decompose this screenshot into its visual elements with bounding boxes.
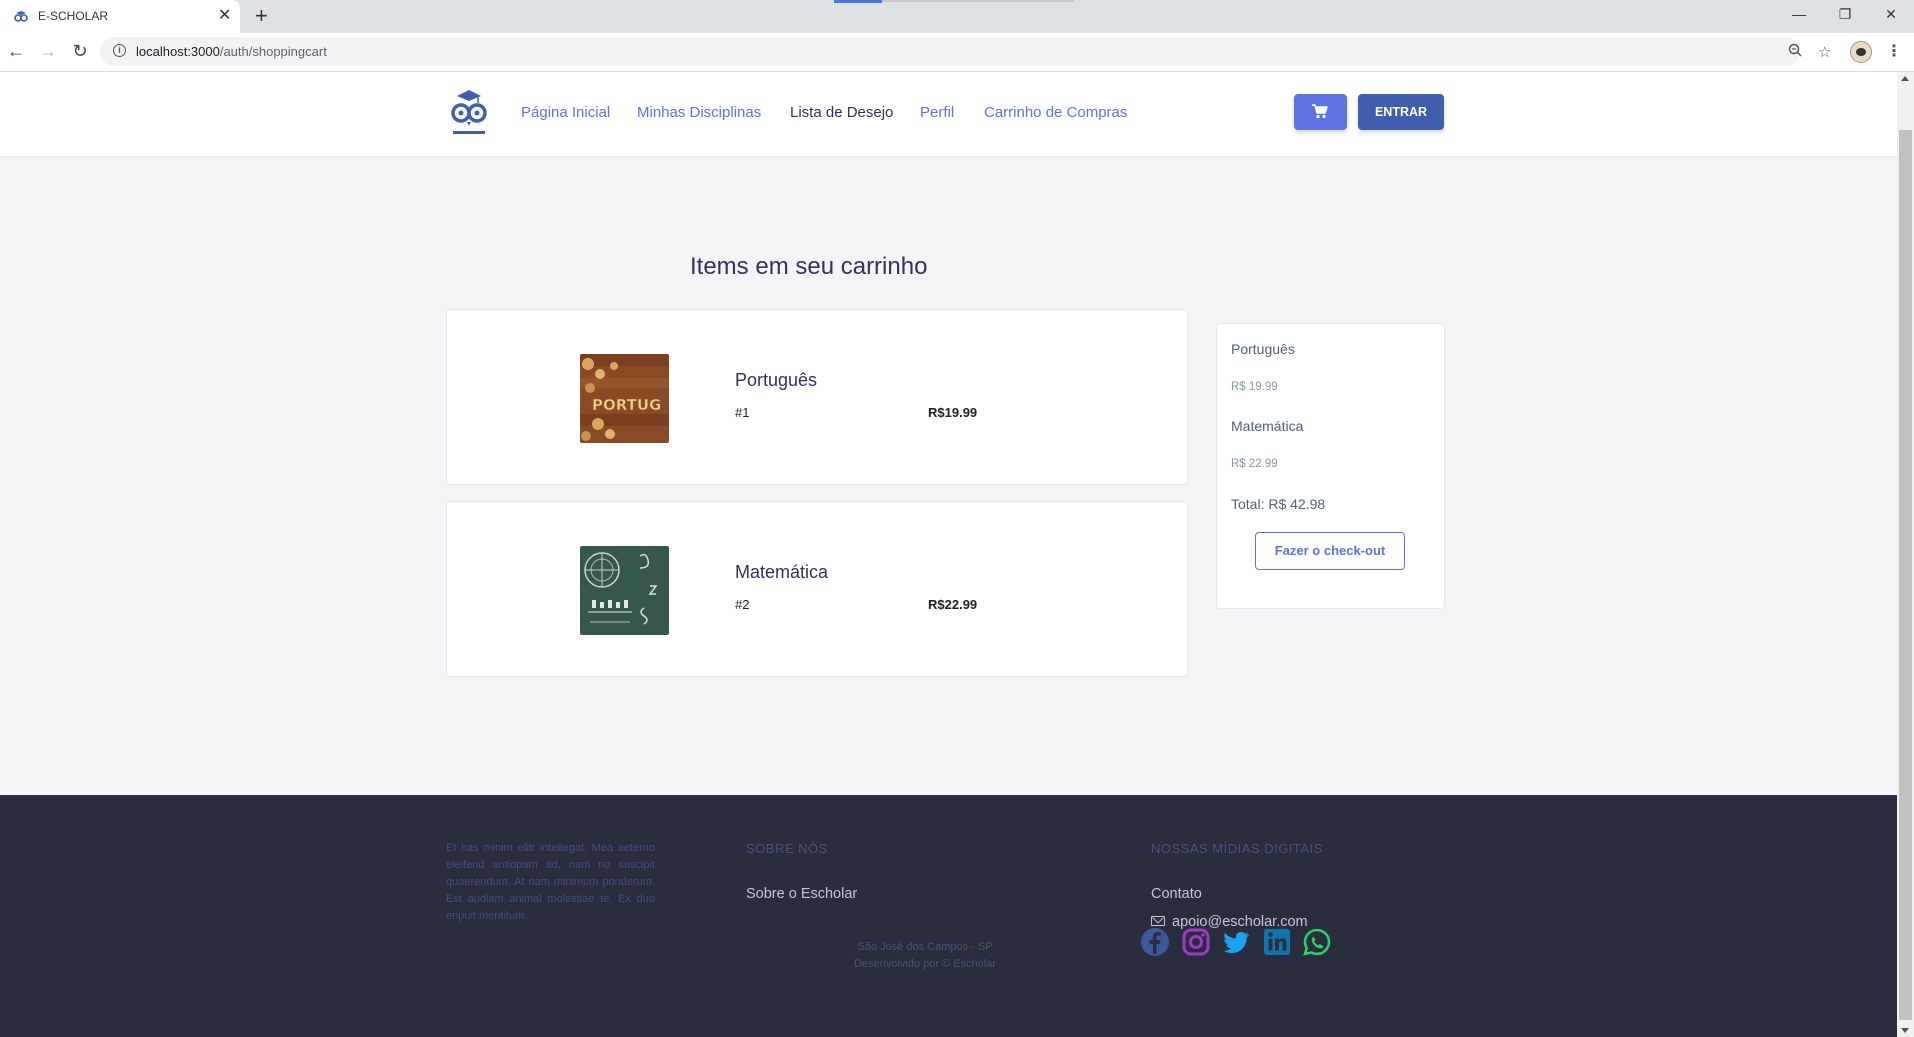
envelope-icon (1151, 916, 1165, 926)
page-viewport: Página Inicial Minhas Disciplinas Lista … (0, 72, 1897, 1037)
math-course-thumbnail (580, 546, 669, 635)
summary-item-price: R$ 19.99 (1231, 381, 1278, 393)
cart-item-price: R$19.99 (928, 405, 978, 420)
tab-loading-indicator (834, 0, 882, 3)
window-restore-button[interactable]: ❐ (1822, 6, 1868, 23)
cart-item-name[interactable]: Português (735, 370, 817, 391)
nav-home-link[interactable]: Página Inicial (521, 104, 610, 121)
cart-item-number: #2 (735, 597, 750, 612)
window-minimize-button[interactable]: — (1776, 6, 1822, 22)
bookmark-star-icon[interactable]: ☆ (1818, 43, 1831, 61)
cart-item-price: R$22.99 (928, 597, 978, 612)
cart-button[interactable] (1294, 94, 1347, 130)
summary-item-name: Matemática (1231, 418, 1304, 434)
footer-credits: Desenvolvido por © Escholar (853, 958, 996, 970)
cart-item-card: Matemática #2 R$22.99 (446, 501, 1188, 677)
nav-profile-link[interactable]: Perfil (920, 104, 954, 121)
footer-about-heading: SOBRE NÓS (746, 841, 828, 856)
tab-title: E-SCHOLAR (38, 9, 109, 23)
address-bar[interactable]: i localhost:3000/auth/shoppingcart ☆ (100, 37, 1831, 66)
browser-menu-icon[interactable]: ⋮ (1886, 41, 1902, 61)
window-close-button[interactable]: ✕ (1868, 6, 1914, 23)
footer-about-link[interactable]: Sobre o Escholar (746, 886, 857, 902)
cart-item-number: #1 (735, 405, 750, 420)
site-footer: Et has minim elitr intellegat. Mea aeter… (0, 795, 1897, 1037)
scrollbar-thumb[interactable] (1899, 130, 1912, 1020)
order-summary-card: Português R$ 19.99 Matemática R$ 22.99 T… (1216, 323, 1445, 609)
nav-shopping-cart-link[interactable]: Carrinho de Compras (984, 104, 1127, 121)
zoom-icon[interactable] (1788, 43, 1802, 61)
footer-about-text: Et has minim elitr intellegat. Mea aeter… (446, 842, 655, 922)
scroll-up-arrow-icon[interactable] (1901, 76, 1909, 81)
nav-wishlist-link[interactable]: Lista de Desejo (790, 104, 893, 121)
footer-media-heading: NOSSAS MÍDIAS DIGITAIS (1151, 841, 1323, 856)
reload-icon[interactable]: ↻ (68, 41, 92, 61)
browser-tab[interactable]: E-SCHOLAR ✕ (0, 0, 240, 33)
escholar-logo[interactable] (447, 86, 491, 138)
summary-item-price: R$ 22.99 (1231, 458, 1278, 470)
footer-location: São José dos Campos - SP (857, 941, 993, 953)
browser-tabstrip: E-SCHOLAR ✕ + — ❐ ✕ (0, 0, 1914, 33)
shopping-cart-icon (1312, 104, 1328, 119)
page-title: Items em seu carrinho (690, 253, 928, 280)
tab-close-icon[interactable]: ✕ (218, 7, 231, 25)
new-tab-button[interactable]: + (255, 5, 268, 27)
login-button[interactable]: ENTRAR (1358, 94, 1444, 130)
portuguese-course-thumbnail: PORTUG (580, 354, 669, 443)
url-text[interactable]: localhost:3000/auth/shoppingcart (136, 44, 327, 59)
owl-logo-icon (14, 11, 28, 22)
nav-my-courses-link[interactable]: Minhas Disciplinas (637, 104, 761, 121)
thumbnail-text: PORTUG (592, 396, 661, 414)
checkout-button[interactable]: Fazer o check-out (1255, 532, 1405, 570)
browser-toolbar: ← → ↻ i localhost:3000/auth/shoppingcart… (0, 33, 1914, 72)
profile-avatar[interactable] (1850, 41, 1872, 63)
site-info-icon[interactable]: i (113, 44, 126, 57)
scroll-down-arrow-icon[interactable] (1901, 1028, 1909, 1033)
summary-item-name: Português (1231, 341, 1295, 357)
summary-total: Total: R$ 42.98 (1231, 496, 1326, 512)
back-arrow-icon[interactable]: ← (4, 41, 28, 61)
footer-contact-link[interactable]: Contato (1151, 886, 1202, 902)
cart-item-card: PORTUG Português #1 R$19.99 (446, 309, 1188, 485)
forward-arrow-icon[interactable]: → (36, 41, 60, 61)
tab-divider (882, 0, 1074, 2)
page-scrollbar[interactable] (1897, 72, 1914, 1037)
cart-item-name[interactable]: Matemática (735, 562, 828, 583)
site-header: Página Inicial Minhas Disciplinas Lista … (0, 72, 1897, 156)
